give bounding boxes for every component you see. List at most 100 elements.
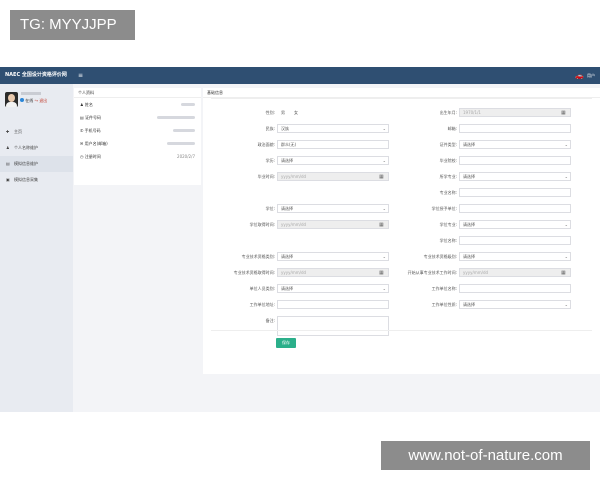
car-icon: 🚗: [575, 71, 584, 80]
profile-card: 个人资料 ♟ 姓名 ▤ 证件号码 ✆ 手机号码 ✉ 用户名(邮箱) ◷ 注册时间…: [74, 88, 201, 185]
sidebar-item-home[interactable]: ✚ 主页: [0, 124, 73, 140]
degree-select[interactable]: 请选择 ⌄: [277, 204, 389, 213]
gender-radio[interactable]: 男女: [281, 108, 307, 118]
gender-male[interactable]: 男: [281, 110, 285, 115]
grad-school-field[interactable]: [459, 156, 571, 165]
sidebar-item-label: 主页: [14, 129, 22, 134]
major-label: 所学专业:: [439, 174, 457, 179]
education-select[interactable]: 请选择 ⌄: [277, 156, 389, 165]
nation-select[interactable]: 汉族 ⌄: [277, 124, 389, 133]
sidebar-item-user[interactable]: ♟ 个人名称维护: [0, 140, 73, 156]
register-time: 2020/2/7: [177, 154, 195, 159]
chevron-down-icon: ⌄: [564, 174, 568, 179]
birth-field[interactable]: 1970/1/1: [459, 108, 571, 117]
calendar-icon[interactable]: ▦: [561, 268, 566, 278]
user-icon: ♟: [6, 145, 10, 150]
logout-label: 退出: [39, 98, 48, 103]
chevron-down-icon: ⌄: [382, 254, 386, 259]
doc-type-label: 证件类型:: [439, 142, 457, 147]
degree-name-label: 学位名称:: [439, 238, 457, 243]
doc-type-select[interactable]: 请选择 ⌄: [459, 140, 571, 149]
brand-title: NAEC 全国设计资格评价网: [5, 72, 67, 78]
work-name-field[interactable]: [459, 284, 571, 293]
home-icon: ✚: [6, 129, 10, 134]
nation-value: 汉族: [281, 126, 289, 131]
major-name-label: 专业名称:: [439, 190, 457, 195]
profile-row-label: 用户名(邮箱): [84, 141, 108, 146]
remark-textarea[interactable]: [277, 316, 389, 336]
grad-time-label: 毕业时间:: [257, 174, 275, 179]
work-addr-field[interactable]: [277, 300, 389, 309]
sidebar-item-form[interactable]: ▣ 模拟信息采集: [0, 172, 73, 188]
calendar-icon[interactable]: ▦: [561, 108, 566, 118]
form-icon: ▣: [6, 177, 10, 182]
profile-card-title: 个人资料: [74, 88, 201, 98]
chevron-down-icon: ⌄: [564, 142, 568, 147]
degree-value: 请选择: [281, 206, 293, 211]
calendar-icon[interactable]: ▦: [379, 172, 384, 182]
work-type-select[interactable]: 请选择 ⌄: [459, 300, 571, 309]
calendar-icon[interactable]: ▦: [379, 220, 384, 230]
sidebar-item-edit[interactable]: ▤ 模拟信息维护: [0, 156, 73, 172]
education-label: 学历:: [265, 158, 275, 163]
title-level-select[interactable]: 请选择 ⌄: [459, 252, 571, 261]
grad-time-field[interactable]: yyyy/mm/dd: [277, 172, 389, 181]
profile-row: ◷ 注册时间 2020/2/7: [74, 150, 201, 163]
work-name-label: 工作单位名称:: [431, 286, 457, 291]
major-name-field[interactable]: [459, 188, 571, 197]
chevron-down-icon: ⌄: [382, 158, 386, 163]
user-menu[interactable]: 🚗 用户: [575, 67, 595, 85]
politics-field[interactable]: 群众(无): [277, 140, 389, 149]
chevron-down-icon: ⌄: [382, 126, 386, 131]
calendar-icon[interactable]: ▦: [379, 268, 384, 278]
work-start-field[interactable]: yyyy/mm/dd: [459, 268, 571, 277]
degree-school-field[interactable]: [459, 204, 571, 213]
grad-school-label: 毕业院校:: [439, 158, 457, 163]
sidebar: 在线 ↪ 退出 ✚ 主页 ♟ 个人名称维护 ▤ 模拟信息维护 ▣ 模拟信息采集: [0, 84, 73, 412]
degree-name-field[interactable]: [459, 236, 571, 245]
degree-label: 学位:: [265, 206, 275, 211]
work-kind-label: 单位人员类别:: [249, 286, 275, 291]
degree-time-field[interactable]: yyyy/mm/dd: [277, 220, 389, 229]
title-cat-value: 请选择: [281, 254, 293, 259]
remark-label: 备注:: [265, 318, 275, 323]
major-select[interactable]: 请选择 ⌄: [459, 172, 571, 181]
basic-info-form: 基础信息 性别: 男女 出生年月: 1970/1/1 ▦ 民族: 汉族 ⌄ 邮箱:…: [203, 88, 600, 374]
profile-name-blurred: [21, 92, 41, 95]
work-kind-select[interactable]: 请选择 ⌄: [277, 284, 389, 293]
degree-school-label: 学位授予单位:: [431, 206, 457, 211]
major-value: 请选择: [463, 174, 475, 179]
watermark-bottom: www.not-of-nature.com: [381, 441, 590, 470]
gender-label: 性别:: [265, 110, 275, 115]
degree-major-label: 学位专业:: [439, 222, 457, 227]
profile-row-label: 证件号码: [85, 115, 102, 120]
profile-status: 在线 ↪ 退出: [20, 98, 47, 104]
degree-time-label: 学位取得时间:: [249, 222, 275, 227]
logout-link[interactable]: ↪ 退出: [35, 98, 48, 103]
title-level-label: 专业技术资格级别:: [423, 254, 457, 259]
chevron-down-icon: ⌄: [564, 254, 568, 259]
online-dot-icon: [20, 98, 24, 102]
work-type-value: 请选择: [463, 302, 475, 307]
chevron-down-icon: ⌄: [564, 222, 568, 227]
work-start-label: 开始从事专业技术工作时间:: [407, 270, 457, 275]
doc-type-value: 请选择: [463, 142, 475, 147]
work-type-label: 工作单位性质:: [431, 302, 457, 307]
top-bar: NAEC 全国设计资格评价网 ≡ 🚗 用户: [0, 67, 600, 84]
menu-toggle-icon[interactable]: ≡: [78, 67, 83, 84]
save-button[interactable]: 保存: [276, 338, 296, 348]
title-level-value: 请选择: [463, 254, 475, 259]
app-window: NAEC 全国设计资格评价网 ≡ 🚗 用户 在线 ↪ 退出 ✚ 主页 ♟ 个人名称维…: [0, 67, 600, 412]
degree-major-select[interactable]: 请选择 ⌄: [459, 220, 571, 229]
sidebar-profile: 在线 ↪ 退出: [0, 84, 73, 124]
blurred-value: [167, 142, 195, 145]
profile-row: ✆ 手机号码: [74, 124, 201, 137]
chevron-down-icon: ⌄: [382, 286, 386, 291]
title-time-label: 专业技术资格取得时间:: [233, 270, 275, 275]
title-time-field[interactable]: yyyy/mm/dd: [277, 268, 389, 277]
profile-row-label: 手机号码: [84, 128, 101, 133]
gender-female[interactable]: 女: [294, 110, 298, 115]
title-cat-select[interactable]: 请选择 ⌄: [277, 252, 389, 261]
politics-label: 政治面貌:: [257, 142, 275, 147]
email-field[interactable]: [459, 124, 571, 133]
